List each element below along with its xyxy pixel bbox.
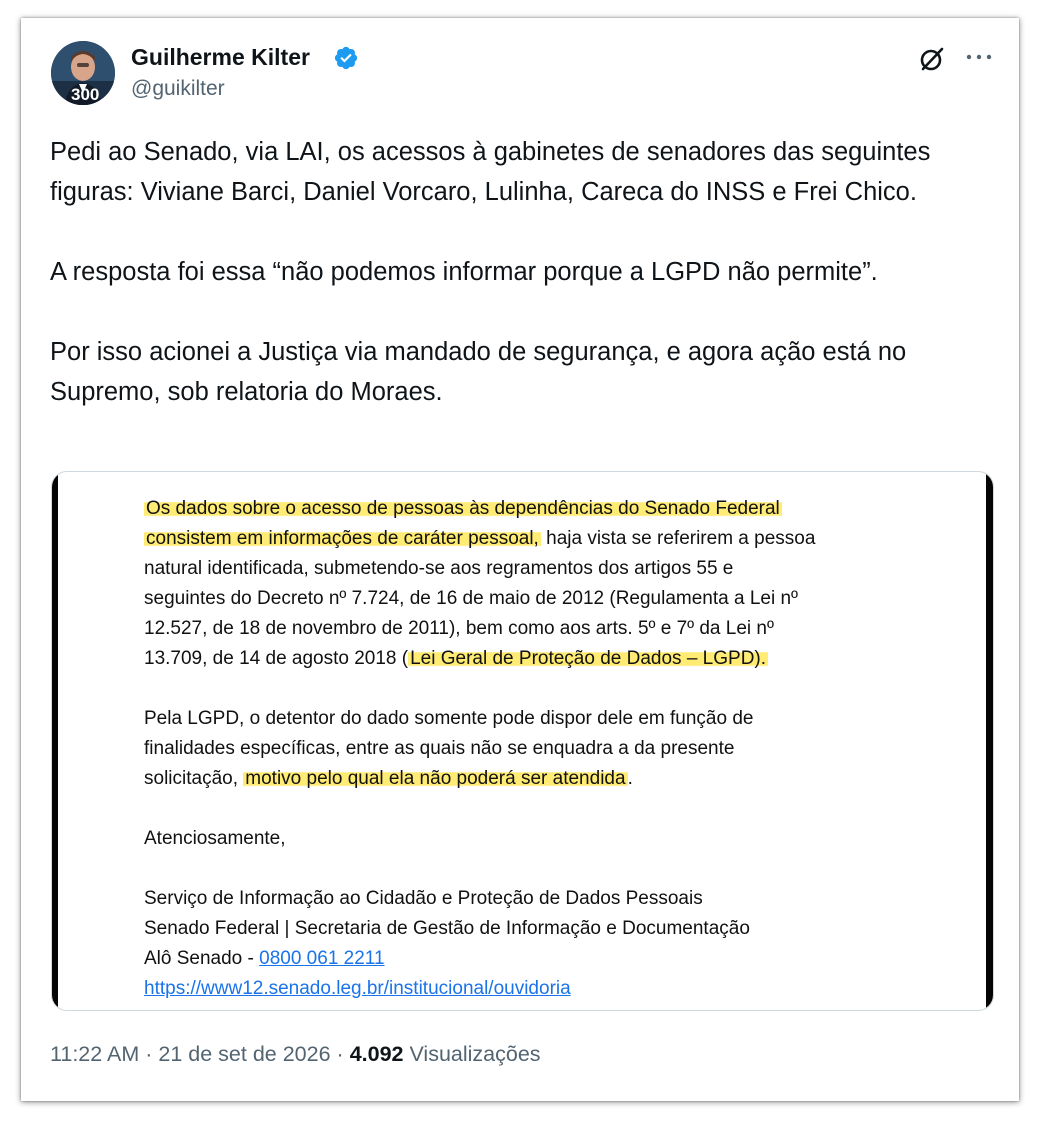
tweet-time[interactable]: 11:22 AM xyxy=(50,1042,139,1066)
phone-link: 0800 061 2211 xyxy=(259,948,385,969)
tweet-metadata: 11:22 AM · 21 de set de 2026 · 4.092 Vis… xyxy=(50,1040,541,1068)
highlighted-text: motivo pelo qual ela não poderá ser aten… xyxy=(243,768,628,789)
document-text: seguintes do Decreto nº 7.724, de 16 de … xyxy=(144,588,798,609)
views-count: 4.092 xyxy=(349,1042,404,1066)
document-text: 13.709, de 14 de agosto 2018 ( xyxy=(144,648,409,669)
document-screenshot: Os dados sobre o acesso de pessoas às de… xyxy=(144,494,944,1004)
document-text: 12.527, de 18 de novembro de 2011), bem … xyxy=(144,618,774,639)
image-border-right xyxy=(986,472,993,1010)
document-closing: Atenciosamente, xyxy=(144,828,286,849)
ouvidoria-link: https://www12.senado.leg.br/instituciona… xyxy=(144,978,571,999)
author-avatar[interactable]: 300 xyxy=(51,41,115,105)
signature-line: Serviço de Informação ao Cidadão e Prote… xyxy=(144,888,703,909)
separator: · xyxy=(145,1042,153,1066)
document-text: finalidades específicas, entre as quais … xyxy=(144,738,735,759)
author-handle[interactable]: @guikilter xyxy=(131,75,225,103)
author-name[interactable]: Guilherme Kilter xyxy=(131,42,310,72)
document-text: natural identificada, submetendo-se aos … xyxy=(144,558,734,579)
document-text: . xyxy=(627,768,633,789)
highlighted-text: consistem em informações de caráter pess… xyxy=(144,528,541,549)
document-signature: Serviço de Informação ao Cidadão e Prote… xyxy=(144,884,944,1004)
signature-line: Alô Senado - xyxy=(144,948,260,969)
verified-badge-icon xyxy=(334,46,358,70)
tweet-text: Pedi ao Senado, via LAI, os acessos à ga… xyxy=(50,132,1000,412)
document-text: Pela LGPD, o detentor do dado somente po… xyxy=(144,708,754,729)
highlighted-text: Lei Geral de Proteção de Dados – LGPD). xyxy=(408,648,769,669)
tweet-date[interactable]: 21 de set de 2026 xyxy=(158,1042,330,1066)
document-paragraph-2: Pela LGPD, o detentor do dado somente po… xyxy=(144,704,944,794)
avatar-badge: 300 xyxy=(71,85,99,104)
tweet-paragraph: Pedi ao Senado, via LAI, os acessos à ga… xyxy=(50,138,931,206)
grok-icon[interactable] xyxy=(917,44,947,74)
avatar-image: 300 xyxy=(51,41,115,105)
signature-line: Senado Federal | Secretaria de Gestão de… xyxy=(144,918,750,939)
tweet-card: 300 Guilherme Kilter @guikilter Pedi ao … xyxy=(21,18,1019,1101)
highlighted-text: Os dados sobre o acesso de pessoas às de… xyxy=(144,498,782,519)
document-paragraph-1: Os dados sobre o acesso de pessoas às de… xyxy=(144,494,944,674)
views-label: Visualizações xyxy=(409,1042,541,1066)
separator: · xyxy=(336,1042,344,1066)
document-text: haja vista se referirem a pessoa xyxy=(540,528,816,549)
attached-image[interactable]: Os dados sobre o acesso de pessoas às de… xyxy=(51,471,994,1011)
document-text: solicitação, xyxy=(144,768,244,789)
tweet-paragraph: A resposta foi essa “não podemos informa… xyxy=(50,258,878,286)
tweet-paragraph: Por isso acionei a Justiça via mandado d… xyxy=(50,338,907,406)
image-border-left xyxy=(52,472,58,1010)
more-options-icon[interactable] xyxy=(959,42,999,72)
